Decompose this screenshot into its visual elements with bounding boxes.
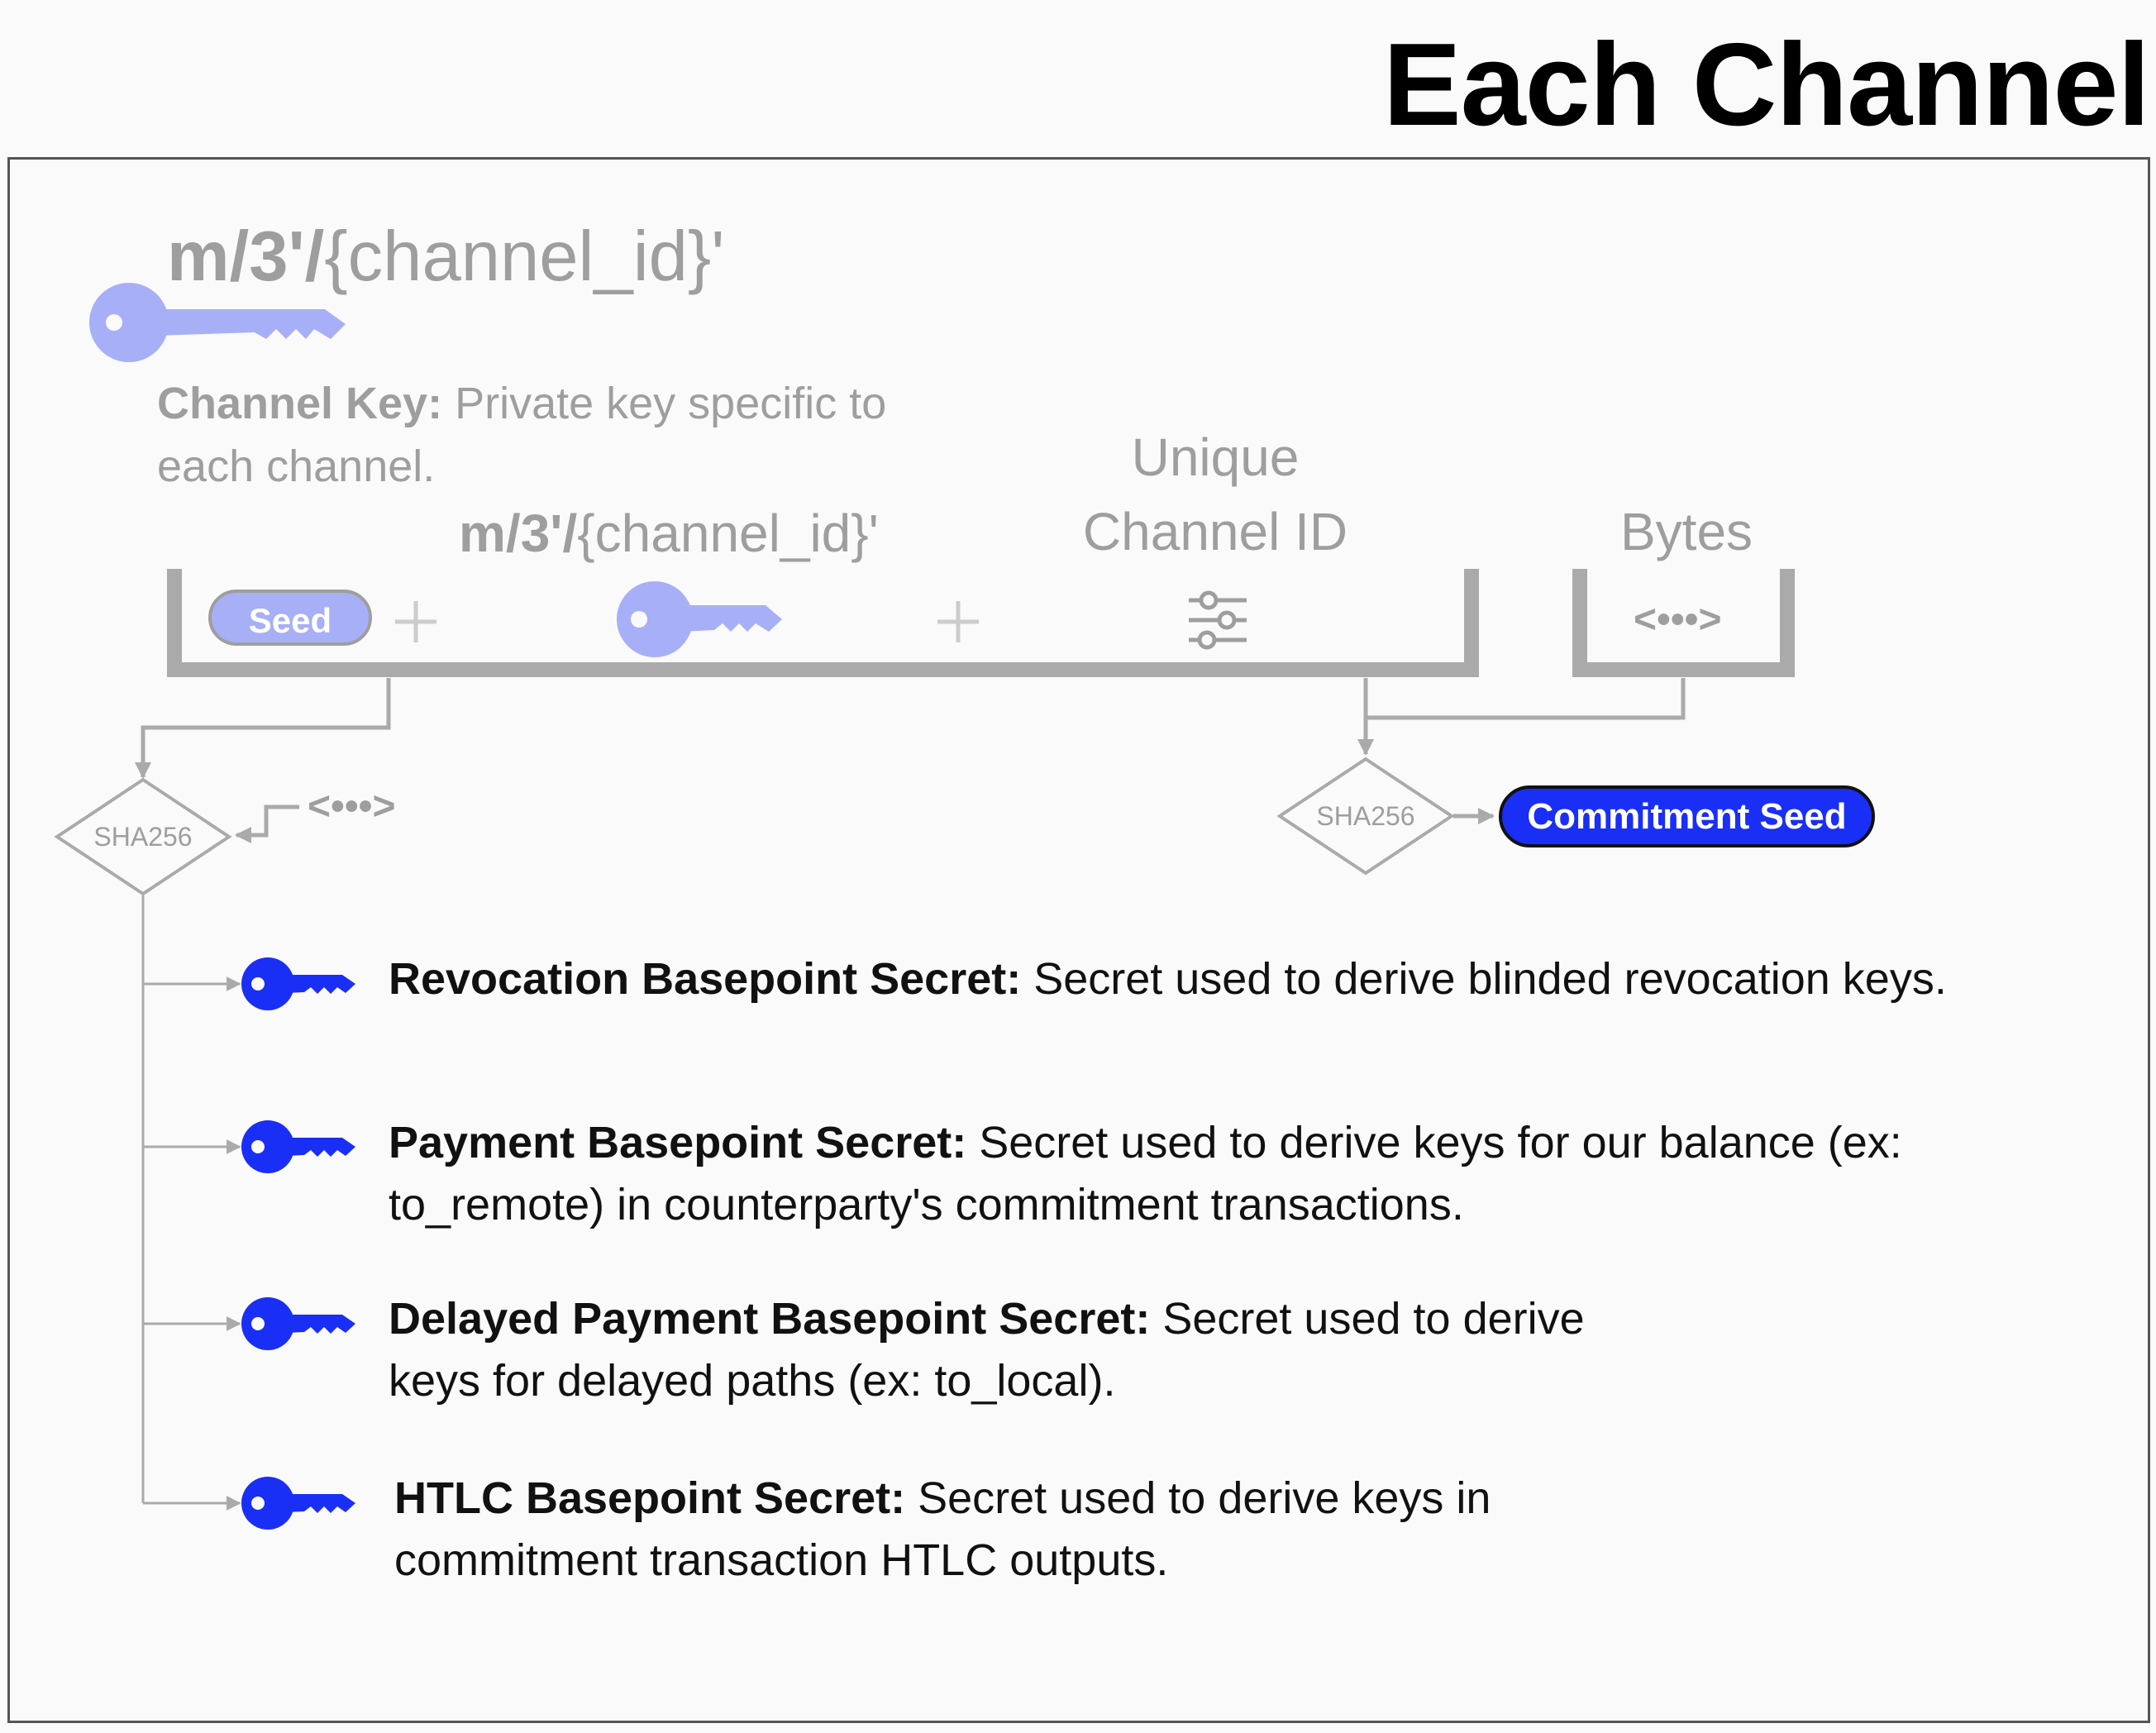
secret-label: Delayed Payment Basepoint Secret:	[389, 1294, 1151, 1344]
secret-payment: Payment Basepoint Secret: Secret used to…	[389, 1112, 2001, 1236]
secret-htlc: HTLC Basepoint Secret: Secret used to de…	[394, 1468, 1659, 1592]
side-bytes-icon: <•••>	[308, 785, 396, 828]
bracket-key-path: m/3'/{channel_id}'	[459, 507, 879, 560]
connector-side-bytes	[235, 804, 299, 843]
channel-key-label: Channel Key:	[157, 379, 443, 428]
secret-revocation: Revocation Basepoint Secret: Secret used…	[389, 948, 2001, 1010]
diagram-stage: Each Channel m/3'/{channel_id}' Channel …	[0, 0, 2156, 1733]
bytes-label: Bytes	[1619, 502, 1753, 561]
key-icon	[617, 581, 782, 657]
secret-label: Revocation Basepoint Secret:	[389, 954, 1022, 1004]
key-icon	[241, 1297, 355, 1350]
bracket-key-path-suffix: {channel_id}'	[577, 504, 879, 563]
bracket-key-path-prefix: m/3'/	[459, 504, 578, 563]
commitment-seed-pill: Commitment Seed	[1499, 785, 1875, 847]
seed-pill: Seed	[208, 590, 372, 646]
unique-channel-id-label: Unique Channel ID	[1033, 420, 1397, 569]
sha256-label-right: SHA256	[1316, 801, 1415, 831]
secret-text: Secret used to derive blinded revocation…	[1021, 954, 1947, 1004]
channel-key-path-prefix: m/3'/	[167, 217, 325, 296]
unique-label-line2: Channel ID	[1082, 502, 1348, 561]
secret-label: Payment Basepoint Secret:	[389, 1118, 967, 1167]
connector-left	[135, 678, 391, 779]
secret-delayed-payment: Delayed Payment Basepoint Secret: Secret…	[389, 1288, 1645, 1412]
plus-icon	[937, 601, 979, 642]
sliders-icon	[1189, 590, 1247, 650]
connector-bytes	[1366, 678, 1686, 720]
sha256-label-left: SHA256	[93, 822, 193, 852]
unique-label-line1: Unique	[1131, 427, 1300, 487]
bytes-icon: <•••>	[1634, 598, 1722, 642]
plus-icon	[395, 601, 436, 642]
key-icon	[241, 957, 355, 1010]
secret-label: HTLC Basepoint Secret:	[394, 1473, 906, 1523]
channel-key-description: Channel Key: Private key specific to eac…	[157, 372, 984, 498]
channel-key-path-suffix: {channel_id}'	[324, 217, 725, 296]
key-icon	[241, 1477, 355, 1530]
key-icon	[241, 1120, 355, 1173]
channel-key-path: m/3'/{channel_id}'	[167, 222, 724, 292]
